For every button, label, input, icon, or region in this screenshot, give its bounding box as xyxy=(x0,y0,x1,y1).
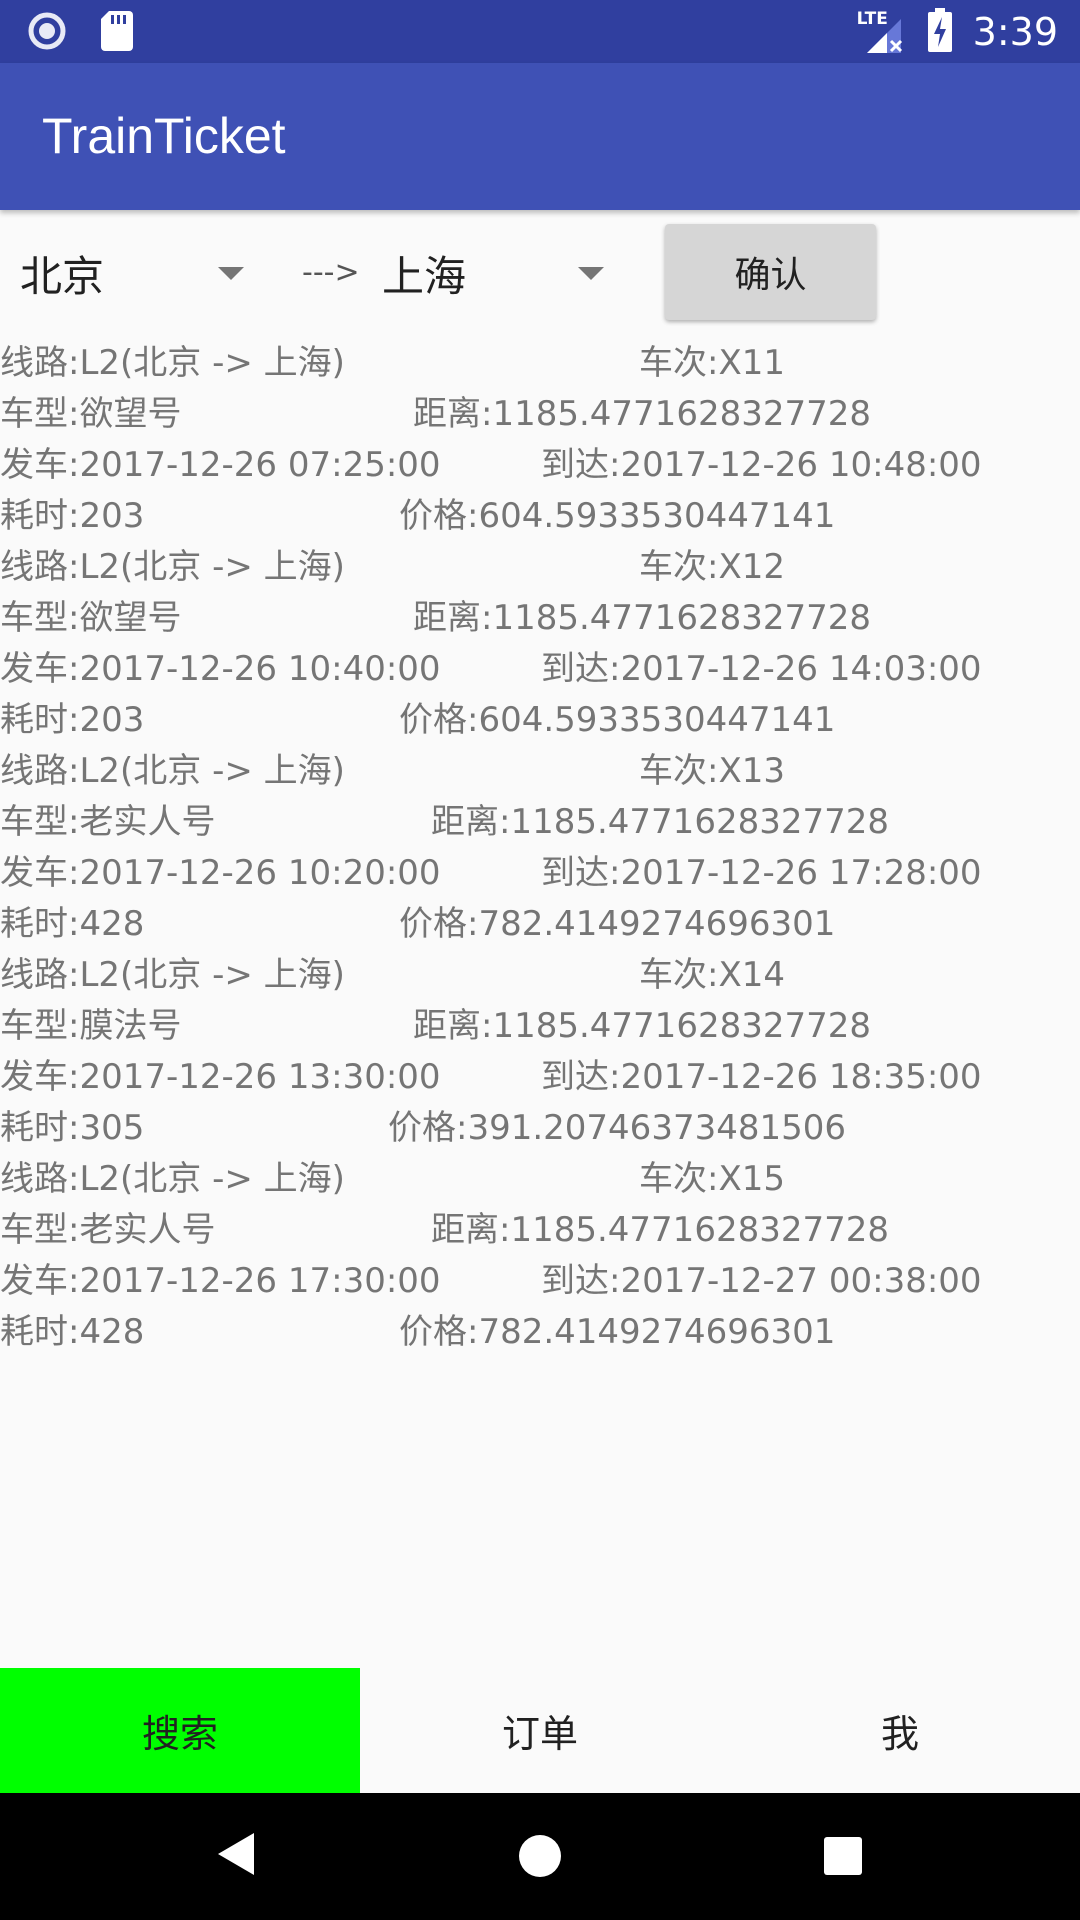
train-number-text: 车次:X15 xyxy=(639,1159,786,1199)
distance-text: 距离:1185.4771628327728 xyxy=(413,394,872,434)
tab-search[interactable]: 搜索 xyxy=(0,1668,360,1793)
app-title: TrainTicket xyxy=(42,108,286,164)
train-type-text: 车型:膜法号 xyxy=(0,1006,182,1046)
tab-orders[interactable]: 订单 xyxy=(360,1668,720,1793)
train-number-text: 车次:X11 xyxy=(639,343,786,383)
train-type-text: 车型:欲望号 xyxy=(0,598,182,638)
list-item: 发车:2017-12-26 13:30:00 到达:2017-12-26 18:… xyxy=(0,1051,1080,1102)
to-city-spinner[interactable]: 上海 xyxy=(382,228,622,318)
route-text: 线路:L2(北京 -> 上海) xyxy=(0,955,345,995)
arrive-time-text: 到达:2017-12-26 14:03:00 xyxy=(541,649,982,689)
distance-text: 距离:1185.4771628327728 xyxy=(413,598,872,638)
route-text: 线路:L2(北京 -> 上海) xyxy=(0,547,345,587)
list-item: 线路:L2(北京 -> 上海) 车次:X15 xyxy=(0,1153,1080,1204)
price-text: 价格:782.4149274696301 xyxy=(399,904,836,944)
depart-time-text: 发车:2017-12-26 17:30:00 xyxy=(0,1261,441,1301)
depart-time-text: 发车:2017-12-26 07:25:00 xyxy=(0,445,441,485)
list-item: 耗时:428 价格:782.4149274696301 xyxy=(0,898,1080,949)
list-item: 发车:2017-12-26 17:30:00 到达:2017-12-27 00:… xyxy=(0,1255,1080,1306)
battery-charging-icon xyxy=(927,8,953,56)
duration-text: 耗时:428 xyxy=(0,1312,145,1352)
navigation-bar xyxy=(0,1793,1080,1920)
arrive-time-text: 到达:2017-12-26 10:48:00 xyxy=(541,445,982,485)
list-item: 车型:老实人号 距离:1185.4771628327728 xyxy=(0,796,1080,847)
train-type-text: 车型:老实人号 xyxy=(0,802,216,842)
back-icon[interactable] xyxy=(216,1831,256,1881)
price-text: 价格:604.5933530447141 xyxy=(399,700,836,740)
list-item: 线路:L2(北京 -> 上海) 车次:X14 xyxy=(0,949,1080,1000)
train-type-text: 车型:老实人号 xyxy=(0,1210,216,1250)
to-city-value: 上海 xyxy=(382,251,467,301)
list-item: 线路:L2(北京 -> 上海) 车次:X12 xyxy=(0,541,1080,592)
route-separator: ---> xyxy=(302,255,360,290)
train-number-text: 车次:X12 xyxy=(639,547,786,587)
status-bar: LTE 3:39 xyxy=(0,0,1080,63)
duration-text: 耗时:428 xyxy=(0,904,145,944)
price-text: 价格:782.4149274696301 xyxy=(399,1312,836,1352)
list-item: 发车:2017-12-26 07:25:00 到达:2017-12-26 10:… xyxy=(0,439,1080,490)
train-number-text: 车次:X13 xyxy=(639,751,786,791)
list-item: 车型:老实人号 距离:1185.4771628327728 xyxy=(0,1204,1080,1255)
confirm-button[interactable]: 确认 xyxy=(665,224,876,320)
sd-card-icon xyxy=(101,11,133,55)
train-type-text: 车型:欲望号 xyxy=(0,394,182,434)
app-root: LTE 3:39 TrainTicket 北京 ---> 上海 确认 线路:L2… xyxy=(0,0,1080,1920)
arrive-time-text: 到达:2017-12-26 17:28:00 xyxy=(541,853,982,893)
lte-signal-icon: LTE xyxy=(857,9,907,55)
distance-text: 距离:1185.4771628327728 xyxy=(431,1210,890,1250)
depart-time-text: 发车:2017-12-26 13:30:00 xyxy=(0,1057,441,1097)
list-item: 车型:欲望号 距离:1185.4771628327728 xyxy=(0,592,1080,643)
home-icon[interactable] xyxy=(519,1835,561,1877)
list-item: 耗时:203 价格:604.5933530447141 xyxy=(0,490,1080,541)
price-text: 价格:391.20746373481506 xyxy=(388,1108,847,1148)
radio-icon xyxy=(28,12,66,54)
route-text: 线路:L2(北京 -> 上海) xyxy=(0,343,345,383)
from-city-value: 北京 xyxy=(20,251,105,301)
list-item: 车型:欲望号 距离:1185.4771628327728 xyxy=(0,388,1080,439)
list-item: 发车:2017-12-26 10:20:00 到达:2017-12-26 17:… xyxy=(0,847,1080,898)
dropdown-arrow-icon xyxy=(578,267,604,280)
distance-text: 距离:1185.4771628327728 xyxy=(413,1006,872,1046)
train-number-text: 车次:X14 xyxy=(639,955,786,995)
recent-apps-icon[interactable] xyxy=(824,1837,862,1875)
route-text: 线路:L2(北京 -> 上海) xyxy=(0,751,345,791)
dropdown-arrow-icon xyxy=(218,267,244,280)
tab-me[interactable]: 我 xyxy=(720,1668,1080,1793)
app-bar: TrainTicket xyxy=(0,63,1080,210)
from-city-spinner[interactable]: 北京 xyxy=(20,228,260,318)
route-text: 线路:L2(北京 -> 上海) xyxy=(0,1159,345,1199)
clock: 3:39 xyxy=(972,10,1058,54)
list-item: 发车:2017-12-26 10:40:00 到达:2017-12-26 14:… xyxy=(0,643,1080,694)
list-item: 车型:膜法号 距离:1185.4771628327728 xyxy=(0,1000,1080,1051)
price-text: 价格:604.5933530447141 xyxy=(399,496,836,536)
list-item: 耗时:428 价格:782.4149274696301 xyxy=(0,1306,1080,1357)
list-item: 耗时:203 价格:604.5933530447141 xyxy=(0,694,1080,745)
arrive-time-text: 到达:2017-12-26 18:35:00 xyxy=(541,1057,982,1097)
duration-text: 耗时:203 xyxy=(0,700,145,740)
distance-text: 距离:1185.4771628327728 xyxy=(431,802,890,842)
duration-text: 耗时:305 xyxy=(0,1108,145,1148)
depart-time-text: 发车:2017-12-26 10:20:00 xyxy=(0,853,441,893)
duration-text: 耗时:203 xyxy=(0,496,145,536)
list-item: 线路:L2(北京 -> 上海) 车次:X13 xyxy=(0,745,1080,796)
list-item: 耗时:305 价格:391.20746373481506 xyxy=(0,1102,1080,1153)
arrive-time-text: 到达:2017-12-27 00:38:00 xyxy=(541,1261,982,1301)
results-list: 线路:L2(北京 -> 上海) 车次:X11 车型:欲望号 距离:1185.47… xyxy=(0,337,1080,1357)
depart-time-text: 发车:2017-12-26 10:40:00 xyxy=(0,649,441,689)
list-item: 线路:L2(北京 -> 上海) 车次:X11 xyxy=(0,337,1080,388)
bottom-tabs: 搜索 订单 我 xyxy=(0,1668,1080,1793)
